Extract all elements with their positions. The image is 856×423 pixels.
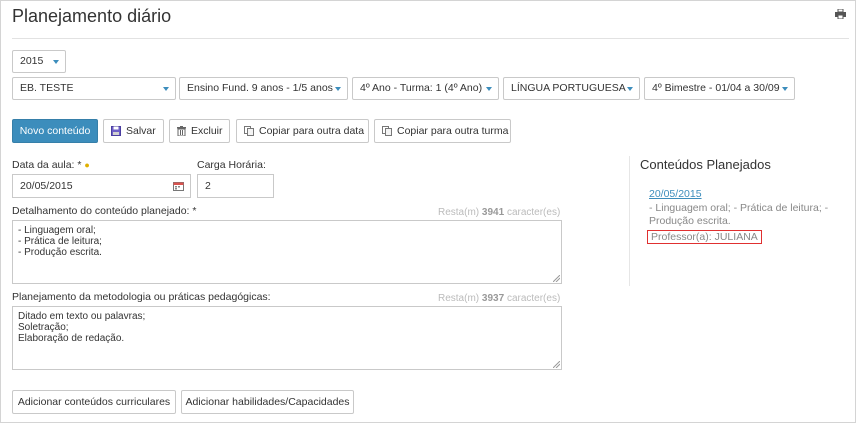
delete-button[interactable]: Excluir: [169, 119, 230, 143]
method-textarea[interactable]: Ditado em texto ou palavras; Soletração;…: [12, 306, 562, 370]
subject-select-value: LÍNGUA PORTUGUESA: [511, 82, 626, 94]
floppy-icon: [111, 126, 121, 136]
planned-content-date-link[interactable]: 20/05/2015: [649, 188, 702, 200]
detail-textarea[interactable]: - Linguagem oral; - Prática de leitura; …: [12, 220, 562, 284]
add-curricular-contents-label: Adicionar conteúdos curriculares: [17, 396, 171, 408]
chevron-down-icon: [782, 87, 788, 91]
hours-input[interactable]: 2: [197, 174, 274, 198]
date-label: Data da aula: *: [12, 159, 82, 171]
resize-handle-icon[interactable]: [553, 361, 560, 368]
method-line: Soletração;: [18, 322, 69, 333]
copy-icon: [244, 126, 254, 136]
planned-contents-title: Conteúdos Planejados: [640, 157, 771, 172]
detail-char-counter: Resta(m) 3941 caracter(es): [438, 207, 560, 218]
year-select-value: 2015: [20, 55, 44, 67]
course-select[interactable]: Ensino Fund. 9 anos - 1/5 anos: [179, 77, 348, 100]
detail-line: - Produção escrita.: [18, 247, 102, 258]
date-label-row: Data da aula: * ●: [12, 159, 90, 171]
add-skills-button[interactable]: Adicionar habilidades/Capacidades: [181, 390, 354, 414]
page-title: Planejamento diário: [12, 6, 172, 26]
method-counter-suffix: caracter(es): [506, 293, 561, 304]
chevron-down-icon: [486, 87, 492, 91]
hours-input-value: 2: [205, 180, 211, 192]
trash-icon: [177, 126, 186, 136]
school-select-value: EB. TESTE: [20, 82, 74, 94]
calendar-button[interactable]: [167, 174, 191, 198]
date-input[interactable]: 20/05/2015: [12, 174, 168, 198]
subject-select[interactable]: LÍNGUA PORTUGUESA: [503, 77, 640, 100]
hours-label: Carga Horária:: [197, 159, 266, 171]
new-content-label: Novo conteúdo: [19, 125, 91, 137]
resize-handle-icon[interactable]: [553, 275, 560, 282]
copy-to-date-label: Copiar para outra data: [259, 125, 365, 137]
method-char-counter: Resta(m) 3937 caracter(es): [438, 293, 560, 304]
chevron-down-icon: [53, 60, 59, 64]
school-select[interactable]: EB. TESTE: [12, 77, 176, 100]
planned-content-teacher: Professor(a): JULIANA: [647, 230, 762, 244]
method-label: Planejamento da metodologia ou práticas …: [12, 291, 271, 303]
method-counter-value: 3937: [481, 293, 505, 304]
copy-to-class-button[interactable]: Copiar para outra turma: [374, 119, 511, 143]
course-select-value: Ensino Fund. 9 anos - 1/5 anos: [187, 82, 333, 94]
copy-to-date-button[interactable]: Copiar para outra data: [236, 119, 369, 143]
method-line: Ditado em texto ou palavras;: [18, 311, 146, 322]
detail-counter-value: 3941: [481, 207, 505, 218]
detail-line: - Prática de leitura;: [18, 236, 102, 247]
copy-to-class-label: Copiar para outra turma: [397, 125, 509, 137]
copy-icon: [382, 126, 392, 136]
method-counter-prefix: Resta(m): [438, 293, 480, 304]
chevron-down-icon: [627, 87, 633, 91]
title-divider: [12, 38, 849, 39]
calendar-icon: [173, 182, 184, 191]
delete-label: Excluir: [191, 125, 223, 137]
save-button[interactable]: Salvar: [103, 119, 164, 143]
new-content-button[interactable]: Novo conteúdo: [12, 119, 98, 143]
sidebar-divider: [629, 156, 630, 286]
detail-label: Detalhamento do conteúdo planejado: *: [12, 205, 197, 217]
method-line: Elaboração de redação.: [18, 333, 125, 344]
save-label: Salvar: [126, 125, 156, 137]
printer-icon[interactable]: [835, 8, 846, 20]
detail-line: - Linguagem oral;: [18, 225, 96, 236]
detail-counter-suffix: caracter(es): [506, 207, 561, 218]
add-curricular-contents-button[interactable]: Adicionar conteúdos curriculares: [12, 390, 176, 414]
detail-counter-prefix: Resta(m): [438, 207, 480, 218]
period-select[interactable]: 4º Bimestre - 01/04 a 30/09: [644, 77, 795, 100]
class-select-value: 4º Ano - Turma: 1 (4º Ano): [360, 82, 483, 94]
add-skills-label: Adicionar habilidades/Capacidades: [185, 396, 350, 408]
planned-content-summary: - Linguagem oral; - Prática de leitura; …: [649, 202, 829, 227]
date-input-value: 20/05/2015: [20, 180, 73, 192]
chevron-down-icon: [335, 87, 341, 91]
page-frame: Planejamento diário 2015 EB. TESTE Ensin…: [0, 0, 856, 423]
chevron-down-icon: [163, 87, 169, 91]
period-select-value: 4º Bimestre - 01/04 a 30/09: [652, 82, 780, 94]
class-select[interactable]: 4º Ano - Turma: 1 (4º Ano): [352, 77, 499, 100]
lightbulb-icon: ●: [84, 160, 90, 170]
year-select[interactable]: 2015: [12, 50, 66, 73]
